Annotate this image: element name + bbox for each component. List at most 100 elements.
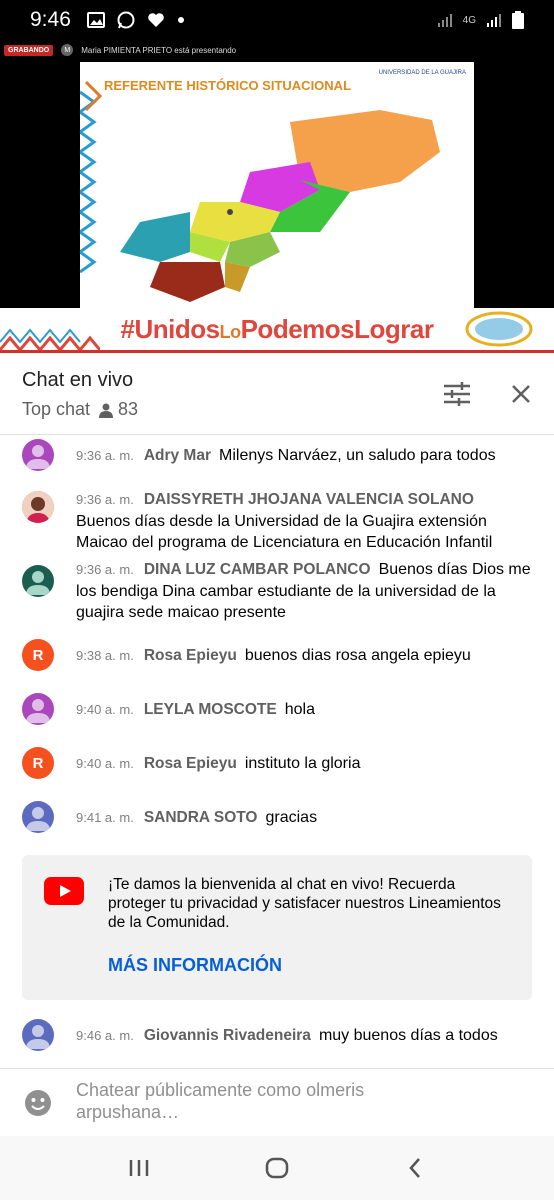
default-avatar-icon <box>26 571 50 595</box>
banner-pattern-left <box>0 328 100 350</box>
slide-decoration <box>80 80 440 302</box>
message-text: muy buenos días a todos <box>318 1027 498 1044</box>
avatar <box>22 565 54 597</box>
back-button[interactable] <box>395 1148 435 1188</box>
chat-message: 9:36 a. m. DAISSYRETH JHOJANA VALENCIA SO… <box>0 489 554 559</box>
chat-message: 9:36 a. m. DINA LUZ CAMBAR POLANCO Buenos … <box>0 561 554 633</box>
default-avatar-icon <box>26 807 50 831</box>
recent-apps-button[interactable] <box>119 1148 159 1188</box>
chat-title: Chat en vivo <box>22 369 134 391</box>
home-icon <box>265 1157 289 1179</box>
banner-hashtag-part2: Lo <box>219 321 242 342</box>
recent-apps-icon <box>129 1160 149 1176</box>
message-time: 9:38 a. m. <box>76 648 134 663</box>
message-text: gracias <box>265 809 318 826</box>
avatar <box>22 439 54 471</box>
chat-input-area: Chatear públicamente como olmeris arpush… <box>0 1068 554 1136</box>
message-time: 9:36 a. m. <box>76 562 134 577</box>
message-author[interactable]: DAISSYRETH JHOJANA VALENCIA SOLANO <box>144 491 474 508</box>
avatar <box>22 1019 54 1051</box>
chat-input[interactable]: Chatear públicamente como olmeris arpush… <box>76 1079 406 1123</box>
message-text: Buenos días desde la Universidad de la G… <box>76 512 493 552</box>
welcome-card: ¡Te damos la bienvenida al chat en vivo!… <box>22 855 532 1000</box>
network-type: 4G <box>462 14 476 26</box>
meeting-topbar: GRABANDO M Maria PIMIENTA PRIETO está pr… <box>0 40 554 60</box>
message-text: Milenys Narváez, un saludo para todos <box>219 447 496 464</box>
emoji-button[interactable] <box>24 1089 52 1122</box>
message-time: 9:40 a. m. <box>76 756 134 771</box>
banner-hashtag-part3: PodemosLograr <box>240 313 434 344</box>
chat-mode-label: Top chat <box>22 399 91 419</box>
message-time: 9:41 a. m. <box>76 810 134 825</box>
message-time: 9:36 a. m. <box>76 448 134 463</box>
status-time: 9:46 <box>30 8 71 31</box>
banner-hashtag-part1: #Unidos <box>120 313 221 344</box>
avatar <box>22 693 54 725</box>
close-icon <box>512 385 530 403</box>
heart-icon <box>148 13 164 27</box>
message-author[interactable]: LEYLA MOSCOTE <box>144 701 277 718</box>
banner-hashtag: #UnidosLoPodemosLograr <box>121 314 434 345</box>
signal-icon-2 <box>487 14 501 27</box>
default-avatar-icon <box>26 445 50 469</box>
message-text: instituto la gloria <box>244 755 361 772</box>
system-navigation-bar <box>0 1136 554 1200</box>
chat-message: 9:46 a. m. Giovannis Rivadeneira muy bueno… <box>0 1019 554 1055</box>
message-author[interactable]: DINA LUZ CAMBAR POLANCO <box>144 561 371 578</box>
chat-message: R 9:40 a. m. Rosa Epieyu instituto la glor… <box>0 747 554 783</box>
slide-title: REFERENTE HISTÓRICO SITUACIONAL <box>104 78 352 93</box>
signal-icon <box>437 14 452 27</box>
chat-message: 9:36 a. m. Adry Mar Milenys Narváez, un sa… <box>0 439 554 475</box>
presentation-slide: REFERENTE HISTÓRICO SITUACIONAL UNIVERSI… <box>80 62 474 308</box>
message-author[interactable]: Rosa Epieyu <box>144 755 237 772</box>
banner-seal <box>465 311 533 347</box>
avatar: R <box>22 747 54 779</box>
message-author[interactable]: SANDRA SOTO <box>144 809 258 826</box>
whatsapp-icon <box>117 11 135 29</box>
profile-photo <box>22 491 54 523</box>
tune-icon <box>444 382 470 406</box>
message-author[interactable]: Adry Mar <box>144 447 211 464</box>
presenter-text: Maria PIMIENTA PRIETO está presentando <box>81 45 237 55</box>
message-text: hola <box>284 701 315 718</box>
message-time: 9:40 a. m. <box>76 702 134 717</box>
dot-icon <box>177 17 184 23</box>
person-icon <box>99 403 114 418</box>
chat-message: 9:40 a. m. LEYLA MOSCOTE hola <box>0 693 554 729</box>
message-time: 9:46 a. m. <box>76 1028 134 1043</box>
recording-badge: GRABANDO <box>4 44 54 56</box>
home-button[interactable] <box>257 1148 297 1188</box>
image-icon <box>86 12 105 28</box>
battery-icon <box>512 11 524 29</box>
avatar <box>22 801 54 833</box>
avatar <box>22 491 54 523</box>
filter-button[interactable] <box>440 377 474 411</box>
status-bar: 9:46 4G <box>0 0 554 40</box>
default-avatar-icon <box>26 699 50 723</box>
chat-header: Chat en vivo Top chat 83 <box>0 353 554 435</box>
more-info-link[interactable]: MÁS INFORMACIÓN <box>108 955 282 976</box>
chat-message: R 9:38 a. m. Rosa Epieyu buenos dias rosa … <box>0 639 554 675</box>
avatar: R <box>22 639 54 671</box>
notification-icons <box>86 11 185 29</box>
system-icons: 4G <box>437 11 524 29</box>
presenter-avatar: M <box>61 44 74 56</box>
youtube-icon <box>44 877 84 905</box>
viewer-count-value: 83 <box>118 399 139 419</box>
campaign-banner: #UnidosLoPodemosLograr <box>0 308 554 350</box>
close-chat-button[interactable] <box>504 377 538 411</box>
back-icon <box>409 1158 420 1178</box>
chat-message: 9:41 a. m. SANDRA SOTO gracias <box>0 801 554 837</box>
emoji-icon <box>25 1090 51 1116</box>
message-author[interactable]: Rosa Epieyu <box>144 647 237 664</box>
university-logo: UNIVERSIDAD DE LA GUAJIRA <box>378 70 466 76</box>
viewer-count: 83 <box>98 399 138 420</box>
message-author[interactable]: Giovannis Rivadeneira <box>144 1027 311 1044</box>
message-time: 9:36 a. m. <box>76 492 134 507</box>
chat-mode-selector[interactable]: Top chat 83 <box>22 399 138 420</box>
default-avatar-icon <box>26 1025 50 1049</box>
video-player[interactable]: GRABANDO M Maria PIMIENTA PRIETO está pr… <box>0 40 554 350</box>
message-text: buenos dias rosa angela epieyu <box>244 647 471 664</box>
chat-messages[interactable]: 9:36 a. m. Adry Mar Milenys Narváez, un sa… <box>0 435 554 1068</box>
welcome-text: ¡Te damos la bienvenida al chat en vivo!… <box>108 876 501 931</box>
